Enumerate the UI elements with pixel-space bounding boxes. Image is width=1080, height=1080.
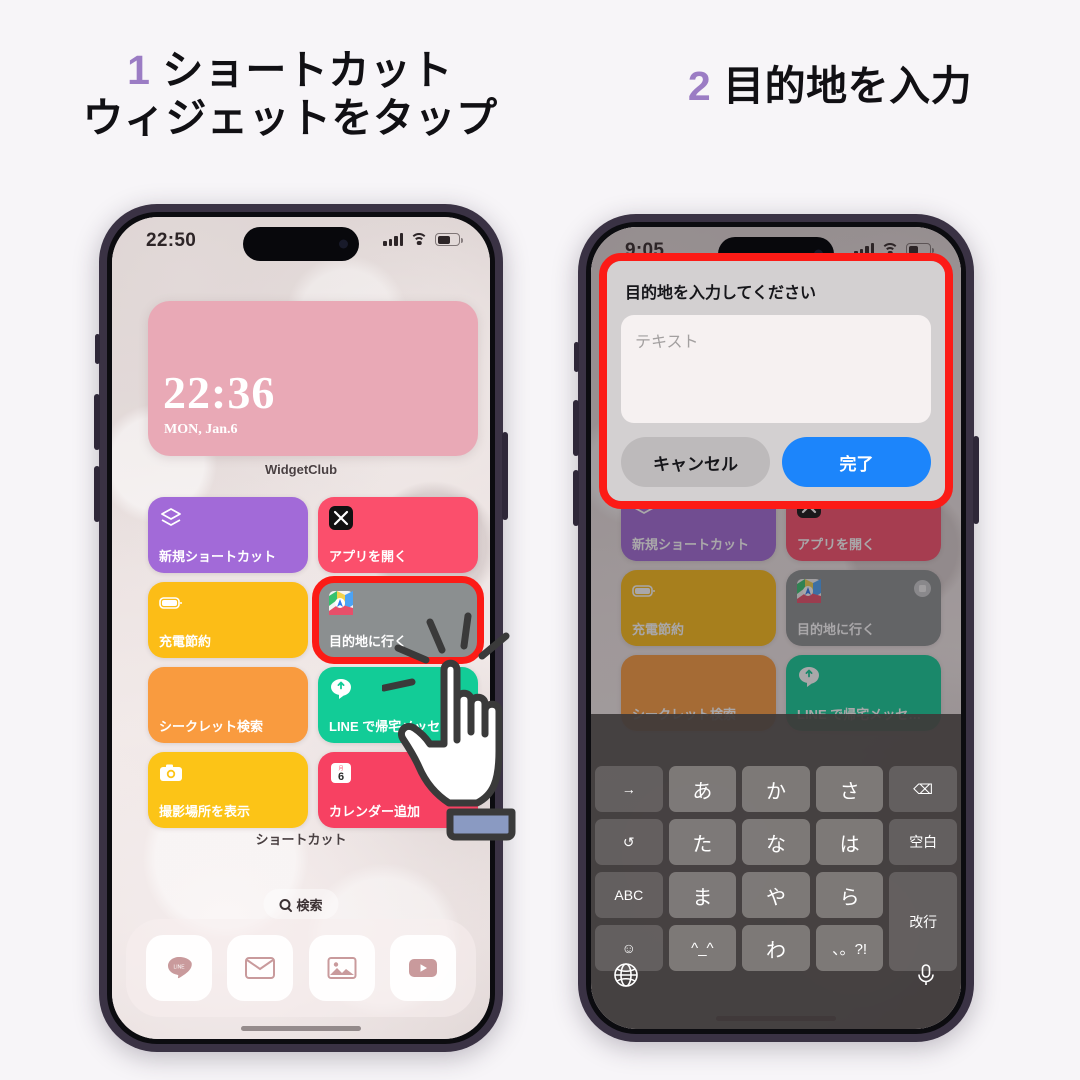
keyboard-key[interactable]: ま: [668, 872, 737, 918]
keyboard-bottom-row: [591, 951, 961, 999]
shortcut-tile[interactable]: アプリを開く: [318, 497, 478, 573]
mute-switch-2[interactable]: [574, 342, 579, 372]
tutorial-page: 1 ショートカット ウィジェットをタップ 2 目的地を入力 22:50 22:3…: [0, 0, 1080, 1080]
hand-shape: [397, 659, 503, 807]
keyboard-key[interactable]: た: [668, 819, 737, 865]
phone-2-bezel: 9:05 新規ショートカットアプリを開く充電節約目的地に行くシークレット検索LI…: [586, 222, 966, 1034]
microphone-icon[interactable]: [913, 962, 939, 988]
japanese-keyboard: → あかさ ⌫ ↺ たなは空白 ABC まやら改行 ☺ ^_^ わ、。?!: [591, 714, 961, 1029]
keyboard-key[interactable]: や: [742, 872, 810, 918]
power-button[interactable]: [502, 432, 508, 520]
line-bubble-icon: [331, 679, 351, 699]
cellular-signal-icon: [383, 233, 403, 246]
shortcut-tile[interactable]: 新規ショートカット: [148, 497, 308, 573]
step-1-heading: 1 ショートカット ウィジェットをタップ: [0, 46, 580, 143]
power-button-2[interactable]: [973, 436, 979, 524]
globe-icon[interactable]: [613, 962, 639, 988]
shortcut-label: 新規ショートカット: [159, 549, 277, 564]
shortcut-tile[interactable]: シークレット検索: [148, 667, 308, 743]
wifi-icon: [410, 233, 428, 246]
keyboard-key[interactable]: な: [742, 819, 810, 865]
search-pill[interactable]: 検索: [263, 889, 339, 919]
keyboard-key[interactable]: あ: [668, 766, 737, 812]
photos-app-icon[interactable]: [308, 935, 375, 1001]
svg-text:6: 6: [338, 771, 344, 783]
no-icon: [159, 676, 183, 700]
phone-2-screen: 9:05 新規ショートカットアプリを開く充電節約目的地に行くシークレット検索LI…: [591, 227, 961, 1029]
done-button[interactable]: 完了: [782, 437, 931, 487]
battery-icon: [159, 597, 182, 609]
layers-icon: [161, 508, 181, 526]
keyboard-key[interactable]: か: [742, 766, 810, 812]
dialog-title: 目的地を入力してください: [625, 285, 817, 302]
shortcut-label: アプリを開く: [329, 549, 408, 564]
keyboard-key[interactable]: ↺: [595, 819, 663, 865]
keyboard-key[interactable]: さ: [815, 766, 884, 812]
dialog-actions: キャンセル 完了: [621, 437, 931, 487]
volume-up-button[interactable]: [94, 394, 100, 450]
destination-input-placeholder: テキスト: [635, 334, 699, 351]
step-1-line-2: ウィジェットをタップ: [82, 95, 498, 142]
search-label: 検索: [296, 897, 323, 913]
keyboard-rows: → あかさ ⌫ ↺ たなは空白 ABC まやら改行 ☺ ^_^ わ、。?!: [591, 766, 961, 971]
step-2-heading: 2 目的地を入力: [580, 62, 1080, 110]
line-app-icon[interactable]: LINE: [145, 935, 212, 1001]
volume-up-button-2[interactable]: [573, 400, 579, 456]
shortcut-tile[interactable]: 充電節約: [148, 582, 308, 658]
status-indicators: [383, 233, 463, 246]
step-1-line-1: ショートカット: [162, 47, 453, 93]
clock-widget-date: MON, Jan.6: [164, 422, 238, 437]
shortcut-label: 充電節約: [159, 634, 212, 649]
dynamic-island: [243, 227, 359, 261]
status-time: 22:50: [146, 230, 197, 251]
home-indicator-2: [716, 1016, 836, 1021]
home-indicator: [241, 1026, 361, 1031]
destination-input[interactable]: テキスト: [621, 315, 931, 423]
keyboard-key[interactable]: ら: [815, 872, 884, 918]
hand-cuff: [446, 808, 516, 841]
input-dialog-wrapper: 目的地を入力してください テキスト キャンセル 完了: [599, 253, 953, 509]
keyboard-key[interactable]: ABC: [595, 872, 663, 918]
mute-switch[interactable]: [95, 334, 100, 364]
keyboard-key[interactable]: は: [815, 819, 884, 865]
clock-widget-caption: WidgetClub: [264, 462, 338, 477]
shortcut-tile[interactable]: 撮影場所を表示: [148, 752, 308, 828]
maps-icon: [329, 591, 353, 615]
dock: LINE: [126, 919, 476, 1017]
clock-widget[interactable]: 22:36 MON, Jan.6: [148, 301, 478, 456]
dialog-highlight-ring: 目的地を入力してください テキスト キャンセル 完了: [599, 253, 953, 509]
step-1-number: 1: [127, 47, 151, 93]
tap-hand-cursor: [382, 612, 516, 841]
volume-down-button-2[interactable]: [573, 470, 579, 526]
keyboard-key[interactable]: ⌫: [889, 766, 957, 812]
mail-app-icon[interactable]: [227, 935, 294, 1001]
volume-down-button[interactable]: [94, 466, 100, 522]
youtube-app-icon[interactable]: [390, 935, 457, 1001]
keyboard-key[interactable]: →: [595, 766, 663, 812]
clock-widget-time: 22:36: [163, 367, 276, 418]
step-2-number: 2: [687, 63, 712, 109]
search-icon: [279, 898, 291, 910]
shortcut-label: 撮影場所を表示: [159, 804, 251, 819]
x-app-icon: [329, 506, 353, 530]
keyboard-key[interactable]: 空白: [889, 819, 957, 865]
suggestion-bar: [591, 714, 961, 766]
cancel-button[interactable]: キャンセル: [621, 437, 770, 487]
step-2-line-1: 目的地を入力: [723, 63, 973, 109]
svg-text:LINE: LINE: [173, 965, 185, 971]
phone-2: 9:05 新規ショートカットアプリを開く充電節約目的地に行くシークレット検索LI…: [573, 214, 979, 1042]
camera-icon: [160, 764, 182, 781]
shortcut-label: シークレット検索: [159, 719, 264, 734]
calendar-6-icon: 月6: [331, 763, 351, 783]
input-dialog: 目的地を入力してください テキスト キャンセル 完了: [607, 261, 945, 501]
battery-icon: [435, 233, 463, 246]
